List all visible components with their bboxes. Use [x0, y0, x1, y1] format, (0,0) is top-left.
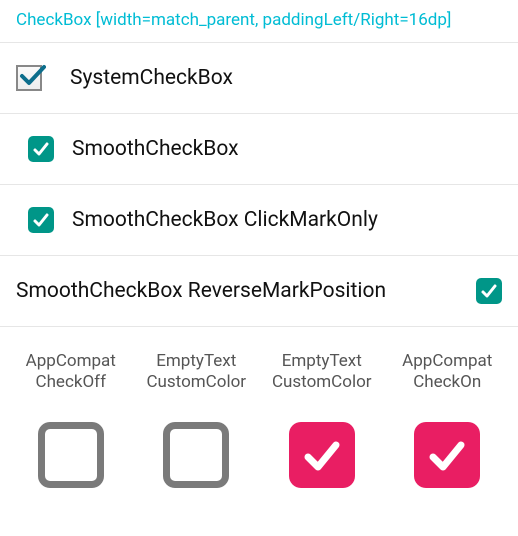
- smooth-checkbox-label: SmoothCheckBox: [72, 137, 239, 161]
- grid-cell-2: [263, 422, 381, 488]
- grid-cell-1: [138, 422, 256, 488]
- smooth-reverse-icon[interactable]: [476, 278, 502, 304]
- appcompat-checkon-icon[interactable]: [414, 422, 480, 488]
- grid-cell-3: [389, 422, 507, 488]
- grid-label-emptytext-1: EmptyText CustomColor: [138, 351, 256, 394]
- system-checkbox-icon[interactable]: [16, 65, 42, 91]
- grid-label-emptytext-2: EmptyText CustomColor: [263, 351, 381, 394]
- smooth-checkbox-icon[interactable]: [28, 136, 54, 162]
- row-smooth-clickmark[interactable]: SmoothCheckBox ClickMarkOnly: [0, 185, 518, 256]
- emptytext-customcolor-off-icon[interactable]: [163, 422, 229, 488]
- row-system-checkbox[interactable]: SystemCheckBox: [0, 43, 518, 114]
- grid-label-appcompat-on: AppCompat CheckOn: [389, 351, 507, 394]
- emptytext-customcolor-on-icon[interactable]: [289, 422, 355, 488]
- smooth-clickmark-label: SmoothCheckBox ClickMarkOnly: [72, 208, 378, 232]
- smooth-clickmark-icon[interactable]: [28, 207, 54, 233]
- appcompat-checkoff-icon[interactable]: [38, 422, 104, 488]
- row-smooth-reverse[interactable]: SmoothCheckBox ReverseMarkPosition: [0, 256, 518, 327]
- smooth-reverse-label: SmoothCheckBox ReverseMarkPosition: [16, 279, 458, 303]
- grid-cell-0: [12, 422, 130, 488]
- grid-checks: [12, 422, 506, 488]
- row-smooth-checkbox[interactable]: SmoothCheckBox: [0, 114, 518, 185]
- grid-label-appcompat-off: AppCompat CheckOff: [12, 351, 130, 394]
- grid-section: AppCompat CheckOff EmptyText CustomColor…: [0, 327, 518, 498]
- system-checkbox-label: SystemCheckBox: [70, 66, 233, 90]
- grid-labels: AppCompat CheckOff EmptyText CustomColor…: [12, 351, 506, 394]
- page-title: CheckBox [width=match_parent, paddingLef…: [0, 0, 518, 43]
